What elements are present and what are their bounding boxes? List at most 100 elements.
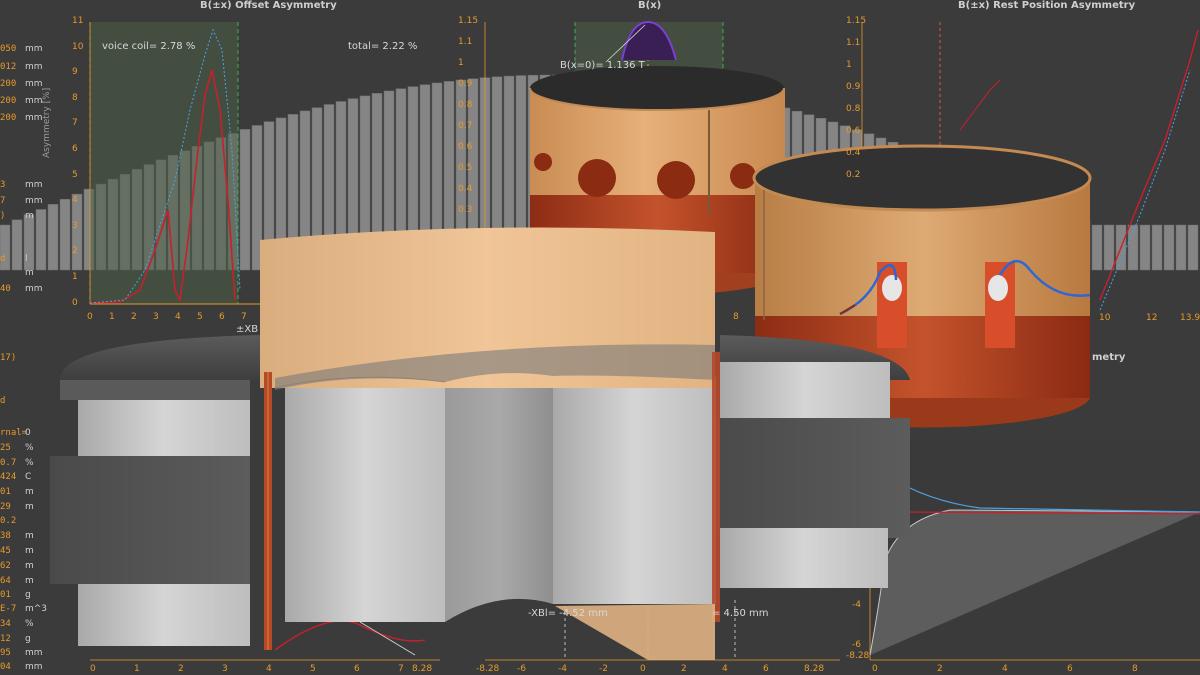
param-unit: mm: [25, 62, 43, 72]
offset-asymmetry-title: B(±x) Offset Asymmetry: [200, 0, 337, 11]
tick-label: 2: [131, 312, 137, 322]
tick-label: 4: [266, 664, 272, 674]
param-unit: m: [25, 531, 34, 541]
tick-label: 0.8: [458, 100, 473, 110]
tick-label: 2: [681, 664, 687, 674]
tick-label: -6: [852, 640, 861, 650]
tick-label: 5: [310, 664, 316, 674]
tick-label: 1.15: [846, 16, 867, 26]
param-unit: mm: [25, 648, 43, 658]
tick-label: 0.9: [846, 82, 861, 92]
tick-label: 7: [241, 312, 247, 322]
tick-label: 1.15: [458, 16, 479, 26]
tick-label: 1.1: [458, 37, 473, 47]
histogram-bar: [239, 129, 251, 271]
total-asymmetry: total= 2.22 %: [348, 41, 418, 52]
tick-label: 5: [197, 312, 203, 322]
param-value: 200: [0, 79, 17, 89]
tick-label: 8.28: [412, 664, 433, 674]
param-unit: g: [25, 590, 31, 600]
tick-label: 11: [72, 16, 84, 26]
tick-label: 4: [72, 195, 78, 206]
tick-label: 6: [72, 144, 78, 154]
param-value: 01: [0, 487, 11, 497]
tick-label: 0.5: [458, 163, 473, 173]
param-unit: 0: [25, 428, 31, 438]
param-value: 3: [0, 180, 6, 190]
tick-label: 10: [72, 41, 84, 52]
param-unit: C: [25, 472, 32, 482]
tick-label: 4: [722, 664, 728, 674]
param-unit: m: [25, 502, 34, 512]
param-value: 7: [0, 196, 6, 206]
param-value: d: [0, 254, 6, 264]
param-value: 40: [0, 284, 11, 294]
tick-label: 2: [72, 246, 78, 257]
xb-label: ±XB: [236, 324, 259, 335]
render-canvas: B(±x) Offset Asymmetry B(x) B(±x) Rest P…: [0, 0, 1200, 675]
tick-label: 13.9: [1180, 313, 1200, 323]
tick-label: 0.2: [846, 170, 861, 180]
tick-label: 0: [640, 664, 646, 674]
tick-label: -6: [517, 664, 526, 674]
param-unit: m: [25, 561, 34, 571]
param-value: 45: [0, 546, 11, 556]
param-unit: m: [25, 268, 34, 278]
param-value: 050: [0, 44, 17, 54]
tick-label: 1: [72, 272, 78, 282]
param-value: 34: [0, 619, 11, 629]
param-value: 62: [0, 561, 11, 571]
xbl-negative: -XBl= -4.52 mm: [528, 608, 608, 619]
histogram-bar: [1103, 224, 1115, 271]
tick-label: 8.28: [804, 664, 825, 674]
param-unit: %: [25, 443, 34, 453]
tick-label: 10: [1099, 313, 1111, 323]
tick-label: 0.6: [846, 126, 861, 136]
tick-label: 4: [175, 312, 181, 322]
voice-coil-asymmetry: voice coil= 2.78 %: [102, 41, 196, 52]
param-unit: mm: [25, 79, 43, 89]
histogram-bar: [59, 198, 71, 271]
histogram-bar: [1163, 224, 1175, 271]
chart-background: [0, 20, 1200, 670]
tick-label: -4: [852, 600, 861, 610]
param-unit: m: [25, 487, 34, 497]
tick-label: 5: [72, 169, 78, 180]
param-unit: m^3: [25, 604, 48, 614]
tick-label: 0: [872, 664, 878, 674]
asymmetry-axis-label: Asymmetry [%]: [42, 87, 52, 158]
lower-plot-title: metry: [1092, 352, 1126, 363]
tick-label: 0.4: [458, 184, 473, 194]
param-unit: mm: [25, 113, 43, 123]
param-unit: l: [25, 254, 28, 264]
param-unit: m: [25, 211, 34, 221]
param-unit: g: [25, 634, 31, 644]
tick-label: -4: [558, 664, 567, 674]
tick-label: 0.8: [846, 104, 861, 114]
tick-label: 6: [1067, 664, 1073, 674]
param-value: 12: [0, 634, 11, 644]
param-value: ): [0, 211, 6, 221]
param-unit: mm: [25, 662, 43, 672]
tick-label: 0.4: [846, 148, 861, 158]
tick-label: 3: [72, 220, 78, 231]
param-unit: mm: [25, 96, 43, 106]
tick-label: 8: [733, 312, 739, 322]
param-value: 17): [0, 353, 17, 363]
histogram-bar: [35, 209, 47, 271]
param-unit: mm: [25, 196, 43, 206]
param-value: rnal=: [0, 428, 28, 438]
param-value: 25: [0, 443, 11, 453]
bx-title: B(x): [638, 0, 662, 11]
tick-label: -8.28: [476, 664, 500, 674]
param-unit: %: [25, 619, 34, 629]
param-value: 424: [0, 472, 17, 482]
tick-label: 0: [87, 312, 93, 322]
tick-label: 6: [219, 312, 225, 322]
histogram-bar: [11, 219, 23, 271]
tick-label: -8.28: [846, 651, 870, 661]
histogram-bar: [1175, 224, 1187, 271]
param-value: 0.2: [0, 516, 17, 526]
histogram-bar: [1091, 224, 1103, 271]
param-unit: mm: [25, 44, 43, 54]
